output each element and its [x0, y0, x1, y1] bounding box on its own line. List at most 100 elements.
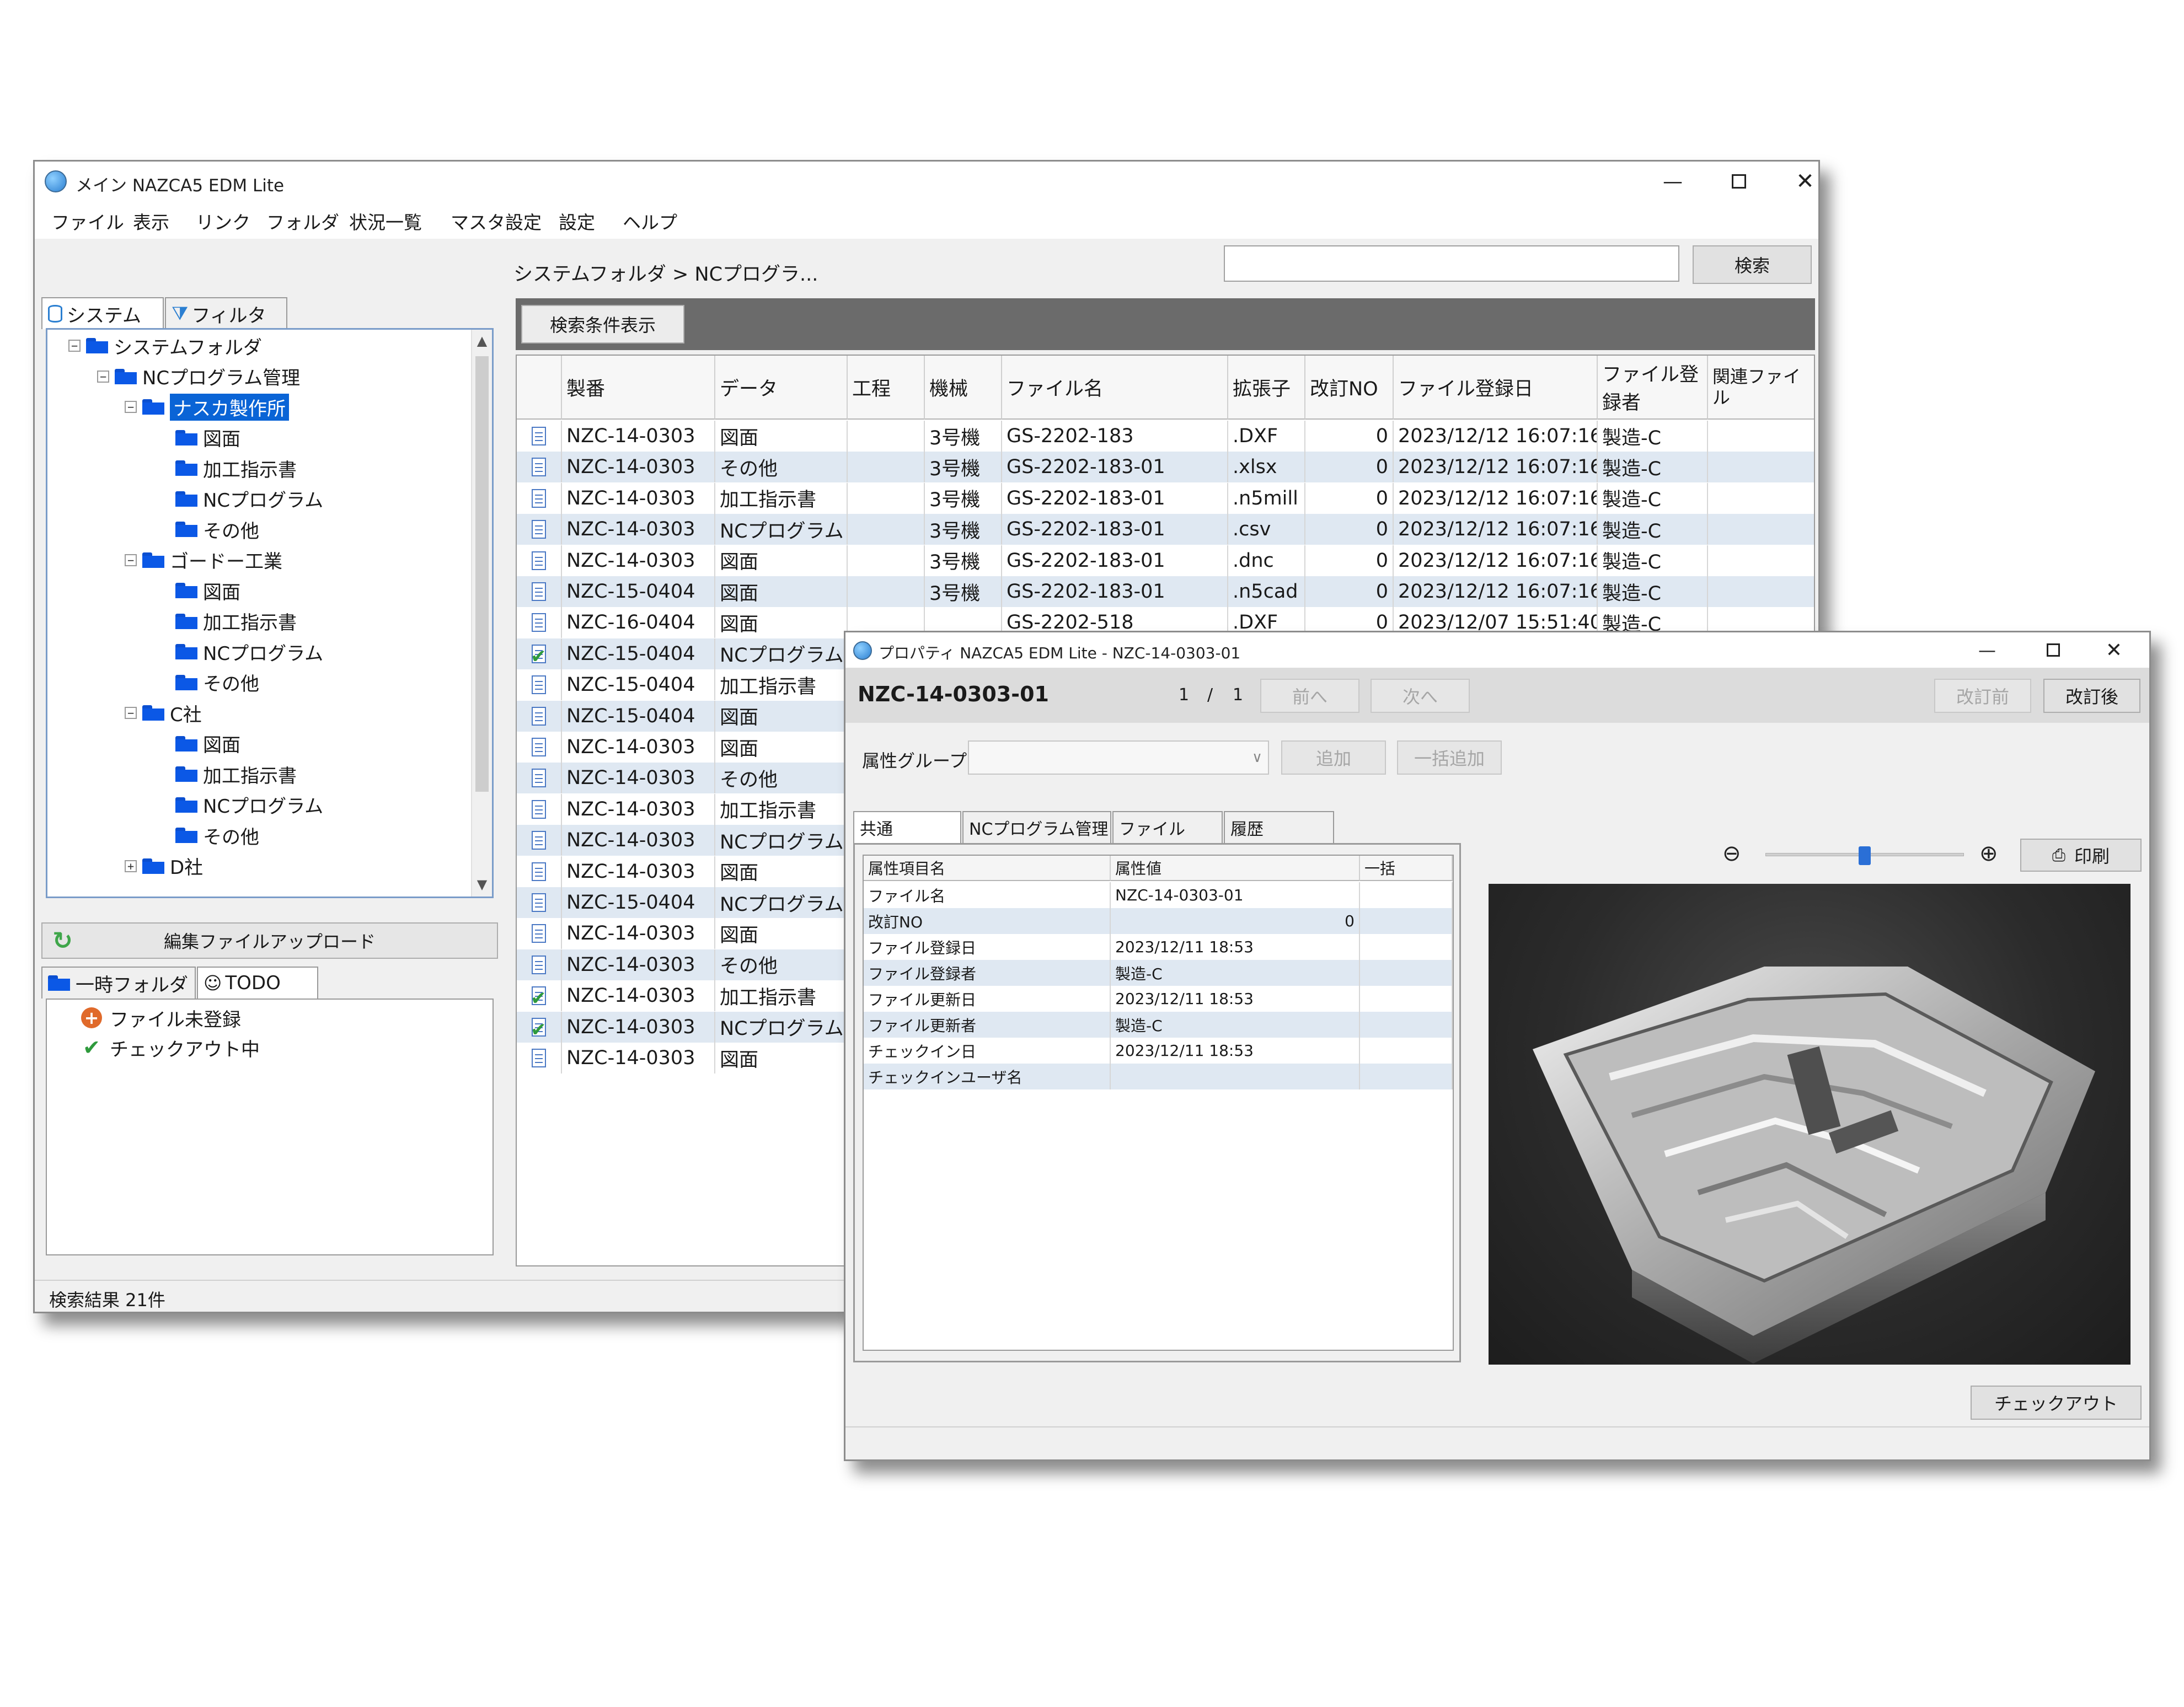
menu-help[interactable]: ヘルプ	[623, 208, 677, 234]
tab-system[interactable]: システム	[41, 297, 164, 329]
column-header-registered-date[interactable]: ファイル登録日	[1394, 356, 1598, 420]
tab-nc-program[interactable]: NCプログラム管理	[962, 811, 1111, 843]
minimize-button[interactable]: —	[1640, 162, 1706, 201]
collapse-icon[interactable]: −	[97, 370, 109, 383]
tree-node[interactable]: − ナスカ製作所	[125, 393, 289, 421]
tree-node[interactable]: 加工指示書	[158, 760, 297, 788]
todo-item-unregistered[interactable]: + ファイル未登録	[81, 1004, 241, 1032]
column-header-machine[interactable]: 機械	[925, 356, 1002, 420]
table-row[interactable]: 改訂NO 0	[864, 908, 1453, 934]
column-header-revision[interactable]: 改訂NO	[1305, 356, 1394, 420]
column-header-serial[interactable]: 製番	[562, 356, 715, 420]
cell-attribute-value[interactable]: NZC-14-0303-01	[1111, 882, 1360, 908]
collapse-icon[interactable]: −	[68, 340, 81, 352]
column-header-data[interactable]: データ	[715, 356, 848, 420]
table-row[interactable]: ファイル名 NZC-14-0303-01	[864, 882, 1453, 908]
close-button[interactable]: ✕	[2081, 632, 2147, 668]
cell-bulk[interactable]	[1360, 986, 1453, 1012]
tree-node[interactable]: 図面	[158, 730, 240, 758]
table-row[interactable]: NZC-14-0303 図面 3号機 GS-2202-183 .DXF 0 2023/12/…	[517, 421, 1814, 452]
cell-bulk[interactable]	[1360, 934, 1453, 960]
table-row[interactable]: ファイル登録日 2023/12/11 18:53	[864, 934, 1453, 960]
tree-node[interactable]: − C社	[125, 699, 202, 727]
table-row[interactable]: NZC-14-0303 加工指示書 3号機 GS-2202-183-01 .n5mill…	[517, 482, 1814, 514]
column-header-process[interactable]: 工程	[848, 356, 925, 420]
tree-node[interactable]: − システムフォルダ	[68, 332, 262, 359]
scroll-down-icon[interactable]: ▼	[472, 877, 492, 892]
scroll-up-icon[interactable]: ▲	[472, 333, 492, 348]
zoom-slider[interactable]	[1765, 846, 1964, 865]
tree-node[interactable]: + D社	[125, 852, 203, 880]
column-header-attribute-value[interactable]: 属性値	[1111, 856, 1360, 881]
collapse-icon[interactable]: −	[125, 554, 137, 566]
tree-node[interactable]: その他	[158, 822, 259, 849]
table-row[interactable]: NZC-14-0303 その他 3号機 GS-2202-183-01 .xlsx 0 202…	[517, 452, 1814, 483]
table-row[interactable]: チェックイン日 2023/12/11 18:53	[864, 1038, 1453, 1064]
column-header-bulk[interactable]: 一括	[1360, 856, 1453, 881]
tab-file[interactable]: ファイル	[1112, 811, 1223, 843]
tree-node[interactable]: − NCプログラム管理	[97, 363, 300, 390]
next-button[interactable]: 次へ	[1371, 679, 1470, 713]
tree-node[interactable]: その他	[158, 669, 259, 696]
table-row[interactable]: ファイル更新日 2023/12/11 18:53	[864, 986, 1453, 1012]
cell-bulk[interactable]	[1360, 960, 1453, 986]
column-header-registrant[interactable]: ファイル登録者	[1598, 356, 1708, 420]
print-button[interactable]: ⎙ 印刷	[2020, 839, 2142, 872]
maximize-button[interactable]	[1706, 162, 1772, 201]
property-title-bar[interactable]: プロパティ NAZCA5 EDM Lite - NZC-14-0303-01 —…	[845, 632, 2149, 668]
tree-node[interactable]: − ゴードー工業	[125, 546, 282, 574]
cell-attribute-value[interactable]: 製造-C	[1111, 960, 1360, 986]
cell-attribute-value[interactable]: 製造-C	[1111, 1012, 1360, 1038]
table-row[interactable]: NZC-14-0303 図面 3号機 GS-2202-183-01 .dnc 0 2023/…	[517, 545, 1814, 576]
show-search-conditions-button[interactable]: 検索条件表示	[521, 305, 684, 343]
cell-attribute-value[interactable]: 0	[1111, 908, 1360, 934]
tree-node[interactable]: 加工指示書	[158, 608, 297, 635]
zoom-out-icon[interactable]: ⊖	[1722, 841, 1741, 866]
bulk-add-button[interactable]: 一括追加	[1397, 740, 1502, 775]
close-button[interactable]: ✕	[1772, 162, 1838, 201]
menu-link[interactable]: リンク	[196, 208, 250, 234]
scroll-thumb[interactable]	[475, 356, 489, 792]
tree-scrollbar[interactable]: ▲ ▼	[471, 330, 492, 897]
attr-group-select[interactable]: ∨	[968, 740, 1269, 775]
menu-view[interactable]: 表示	[133, 208, 169, 234]
tree-node[interactable]: NCプログラム	[158, 485, 323, 513]
table-row[interactable]: ファイル更新者 製造-C	[864, 1012, 1453, 1038]
cell-attribute-value[interactable]: 2023/12/11 18:53	[1111, 1038, 1360, 1064]
tree-node[interactable]: NCプログラム	[158, 791, 323, 819]
column-header-extension[interactable]: 拡張子	[1228, 356, 1305, 420]
table-row[interactable]: NZC-14-0303 NCプログラム 3号機 GS-2202-183-01 .csv 0…	[517, 514, 1814, 545]
tree-node[interactable]: その他	[158, 516, 259, 543]
table-row[interactable]: ファイル登録者 製造-C	[864, 960, 1453, 986]
todo-item-checked-out[interactable]: ✔ チェックアウト中	[81, 1034, 260, 1061]
cell-bulk[interactable]	[1360, 1038, 1453, 1064]
cell-bulk[interactable]	[1360, 1012, 1453, 1038]
cell-bulk[interactable]	[1360, 882, 1453, 908]
menu-file[interactable]: ファイル	[51, 208, 124, 234]
tab-common[interactable]: 共通	[853, 811, 961, 843]
zoom-in-icon[interactable]: ⊕	[1979, 841, 1998, 866]
column-header-related-file[interactable]: 関連ファイル	[1708, 356, 1814, 420]
revision-next-button[interactable]: 改訂後	[2043, 679, 2140, 713]
table-row[interactable]: NZC-15-0404 図面 3号機 GS-2202-183-01 .n5cad 0 202…	[517, 576, 1814, 607]
add-button[interactable]: 追加	[1281, 740, 1386, 775]
search-input[interactable]	[1224, 245, 1679, 282]
column-header-file-name[interactable]: ファイル名	[1002, 356, 1228, 420]
maximize-button[interactable]	[2020, 632, 2086, 668]
cell-attribute-value[interactable]: 2023/12/11 18:53	[1111, 934, 1360, 960]
tree-node[interactable]: 図面	[158, 424, 240, 452]
column-header-attribute-name[interactable]: 属性項目名	[864, 856, 1111, 881]
menu-folder[interactable]: フォルダ	[266, 208, 339, 234]
search-button[interactable]: 検索	[1693, 245, 1812, 284]
expand-icon[interactable]: +	[125, 860, 137, 872]
cell-bulk[interactable]	[1360, 1064, 1453, 1089]
collapse-icon[interactable]: −	[125, 707, 137, 719]
breadcrumb[interactable]: システムフォルダ > NCプログラ...	[513, 259, 818, 287]
cell-bulk[interactable]	[1360, 908, 1453, 934]
menu-settings[interactable]: 設定	[559, 208, 595, 234]
checkout-button[interactable]: チェックアウト	[1971, 1386, 2142, 1420]
cell-attribute-value[interactable]: 2023/12/11 18:53	[1111, 986, 1360, 1012]
tree-node[interactable]: 図面	[158, 577, 240, 604]
tab-history[interactable]: 履歴	[1224, 811, 1334, 843]
cell-attribute-value[interactable]	[1111, 1064, 1360, 1089]
